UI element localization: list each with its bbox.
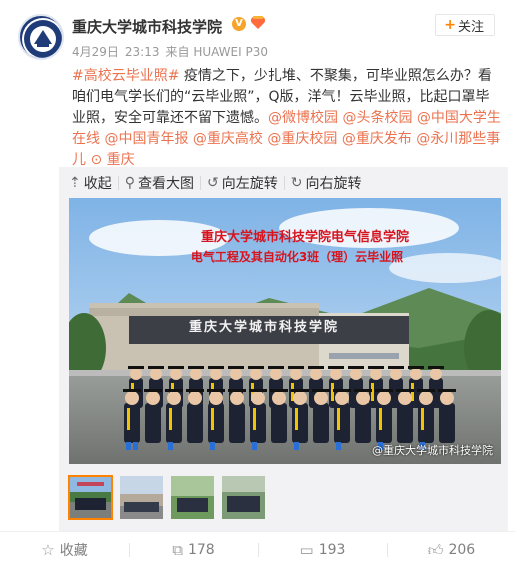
collapse-button[interactable]: ⇡ 收起: [69, 173, 118, 193]
post-source: 来自 HUAWEI P30: [165, 45, 268, 59]
comment-button[interactable]: ▭ 193: [258, 541, 387, 559]
location-label: 重庆: [106, 152, 135, 168]
post-time[interactable]: 23:13: [125, 45, 160, 59]
thumbnail-4[interactable]: [222, 476, 265, 519]
repost-button[interactable]: ⧉ 178: [129, 541, 258, 559]
avatar[interactable]: [18, 14, 64, 60]
building-sign: 重庆大学城市科技学院: [189, 320, 340, 335]
favorite-label: 收藏: [59, 543, 88, 559]
post-text: #高校云毕业照# 疫情之下，少扎堆、不聚集，可毕业照怎么办？看咱们电气学长们的“…: [72, 66, 502, 171]
photo-title-line1: 重庆大学城市科技学院电气信息学院: [200, 230, 409, 245]
topic-link[interactable]: #高校云毕业照#: [72, 68, 179, 84]
mention-link[interactable]: @重庆发布: [342, 131, 412, 147]
view-large-button[interactable]: ⚲ 查看大图: [125, 173, 200, 193]
rotate-right-label: 向右旋转: [305, 176, 362, 192]
thumbnail-1[interactable]: [68, 475, 113, 520]
comment-icon: ▭: [299, 541, 314, 559]
photo-title-line2: 电气工程及其自动化3班（理）云毕业照: [190, 250, 404, 264]
search-icon: ⚲: [124, 175, 135, 191]
collapse-arrow-icon: ⇡: [69, 175, 81, 191]
graduation-photo[interactable]: 重庆大学城市科技学院电气信息学院 电气工程及其自动化3班（理）云毕业照 重庆大学…: [69, 198, 501, 464]
divider: [200, 176, 201, 190]
mention-link[interactable]: @中国青年报: [104, 131, 188, 147]
thumbnail-3[interactable]: [171, 476, 214, 519]
rotate-left-button[interactable]: ↺ 向左旋转: [207, 173, 284, 193]
collapse-label: 收起: [83, 176, 112, 192]
mention-link[interactable]: @重庆高校: [193, 131, 263, 147]
follow-label: 关注: [457, 19, 484, 35]
location-pin-icon: ⊙: [90, 152, 103, 168]
repost-icon: ⧉: [172, 541, 183, 559]
divider: [117, 176, 119, 190]
photo-watermark: @重庆大学城市科技学院: [372, 444, 493, 457]
media-toolbar: ⇡ 收起 ⚲ 查看大图 ↺ 向左旋转 ↻ 向右旋转: [69, 173, 367, 193]
post-date[interactable]: 4月29日: [72, 45, 119, 59]
post-meta: 4月29日 23:13 来自 HUAWEI P30: [72, 43, 274, 60]
rotate-right-icon: ↻: [290, 175, 303, 191]
post-actions: ☆ 收藏 ⧉ 178 ▭ 193 👍︎ 206: [0, 531, 516, 568]
repost-count: 178: [187, 542, 215, 558]
post-header: 重庆大学城市科技学院 V 4月29日 23:13 来自 HUAWEI P30 + 关…: [0, 0, 516, 66]
plus-icon: +: [444, 17, 456, 33]
comment-count: 193: [318, 542, 346, 558]
verified-icon: V: [232, 17, 246, 31]
thumbnail-strip: [68, 475, 265, 520]
rotate-right-button[interactable]: ↻ 向右旋转: [291, 173, 368, 193]
location-link[interactable]: ⊙ 重庆: [90, 152, 134, 168]
like-button[interactable]: 👍︎ 206: [387, 541, 516, 560]
rotate-left-label: 向左旋转: [221, 176, 278, 192]
view-large-label: 查看大图: [138, 176, 194, 192]
divider: [283, 176, 285, 190]
thumbnail-2[interactable]: [120, 476, 163, 519]
rotate-left-icon: ↺: [207, 175, 219, 191]
heart-badge-icon: [250, 16, 266, 34]
favorite-button[interactable]: ☆ 收藏: [0, 540, 129, 560]
star-icon: ☆: [41, 541, 55, 559]
mention-link[interactable]: @头条校园: [342, 110, 412, 126]
mention-link[interactable]: @微博校园: [268, 110, 338, 126]
like-count: 206: [448, 542, 476, 558]
poster-name[interactable]: 重庆大学城市科技学院: [72, 16, 222, 37]
thumbs-up-icon: 👍︎: [427, 540, 444, 559]
media-panel: ⇡ 收起 ⚲ 查看大图 ↺ 向左旋转 ↻ 向右旋转 重庆大学城市科技学院电气信息…: [59, 167, 508, 531]
follow-button[interactable]: + 关注: [435, 14, 495, 36]
mention-link[interactable]: @重庆校园: [267, 131, 337, 147]
